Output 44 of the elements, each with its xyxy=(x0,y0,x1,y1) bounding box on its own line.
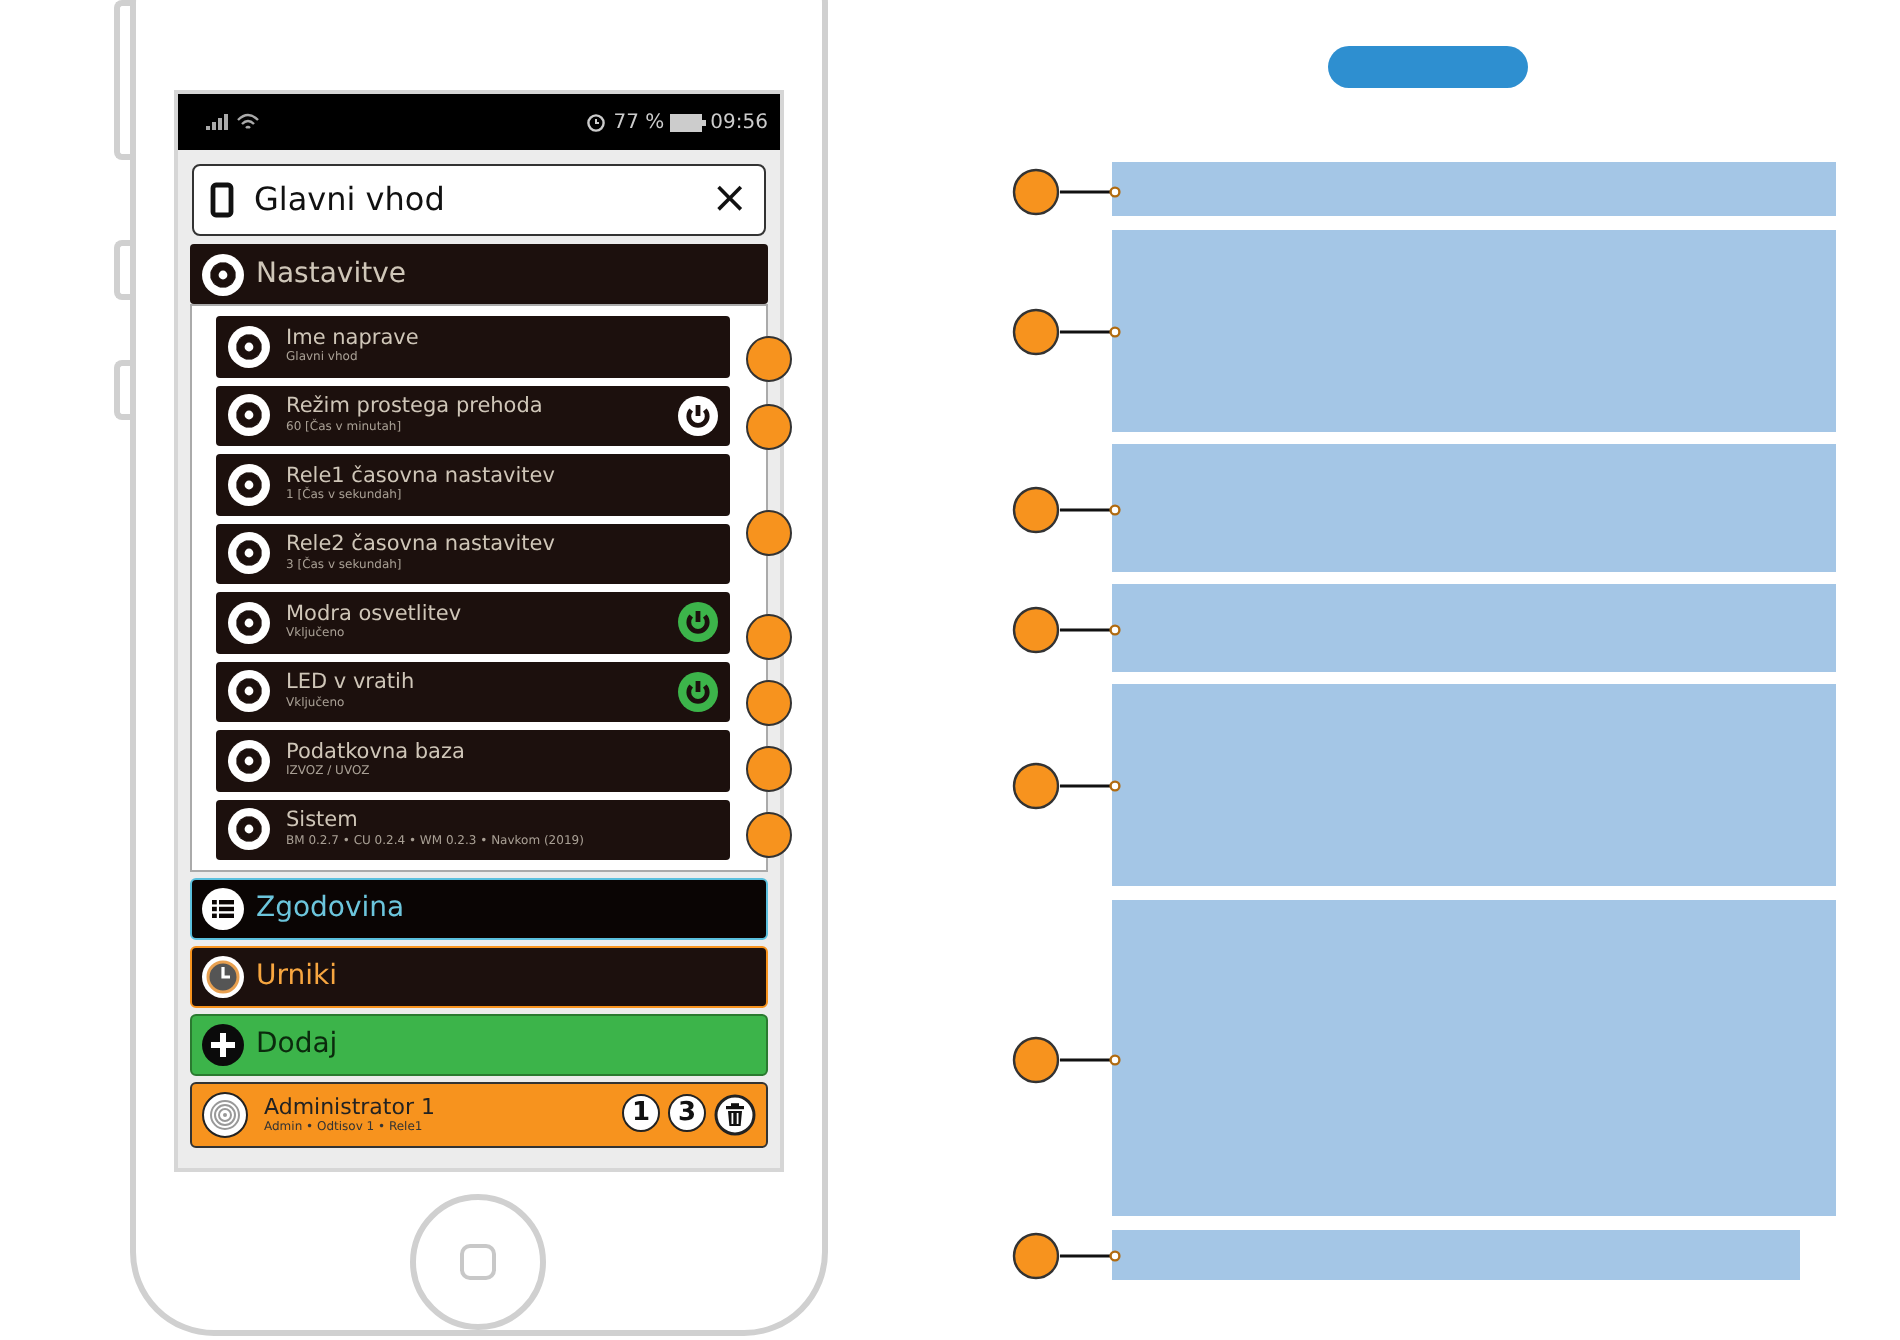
menu-section[interactable]: Urniki xyxy=(190,946,768,1008)
device-title: Glavni vhod xyxy=(254,178,447,222)
setting-title: Modra osvetlitev xyxy=(286,603,464,626)
callout-connector xyxy=(1012,167,1124,216)
count-badge: 1 xyxy=(622,1094,660,1132)
power-toggle-icon[interactable] xyxy=(678,395,718,436)
settings-header[interactable]: Nastavitve xyxy=(190,244,768,304)
battery-percent: 77 % xyxy=(613,109,665,137)
close-button[interactable]: × xyxy=(711,178,748,222)
list-icon xyxy=(202,888,244,930)
alarm-icon xyxy=(585,112,606,132)
callout-connector xyxy=(1012,1232,1124,1281)
callout-connector xyxy=(1012,605,1124,654)
wifi-icon xyxy=(236,112,260,132)
power-toggle-icon[interactable] xyxy=(678,671,718,712)
section-title: Nastavitve xyxy=(256,255,406,293)
callout-connector xyxy=(1012,485,1124,534)
trash-icon[interactable] xyxy=(714,1094,756,1136)
menu-section[interactable]: Dodaj xyxy=(190,1014,768,1076)
setting-title: Rele1 časovna nastavitev xyxy=(286,465,557,488)
signal-icon xyxy=(206,114,230,130)
count-badge: 3 xyxy=(668,1094,706,1132)
power-toggle-icon[interactable] xyxy=(678,602,718,643)
setting-title: LED v vratih xyxy=(286,672,417,696)
callout-connector xyxy=(1012,308,1124,357)
user-name: Administrator 1 xyxy=(264,1095,437,1120)
plus-icon xyxy=(202,1024,244,1066)
battery-icon xyxy=(670,113,707,131)
setting-title: Podatkovna baza xyxy=(286,741,467,765)
section-label: Zgodovina xyxy=(256,890,405,928)
section-label: Urniki xyxy=(256,958,338,996)
clock-icon xyxy=(202,956,244,998)
setting-title: Ime naprave xyxy=(286,327,421,351)
callout-connector xyxy=(1012,762,1124,811)
callout-connector xyxy=(1012,1035,1124,1084)
clock-time: 09:56 xyxy=(710,109,768,137)
setting-title: Sistem xyxy=(286,810,360,834)
setting-title: Rele2 časovna nastavitev xyxy=(286,534,557,557)
phone-icon xyxy=(210,182,234,218)
home-button-icon xyxy=(460,1244,496,1280)
section-label: Dodaj xyxy=(256,1026,338,1064)
menu-section[interactable]: Zgodovina xyxy=(190,878,768,940)
fingerprint-icon xyxy=(202,1092,248,1138)
setting-title: Režim prostega prehoda xyxy=(286,396,545,419)
